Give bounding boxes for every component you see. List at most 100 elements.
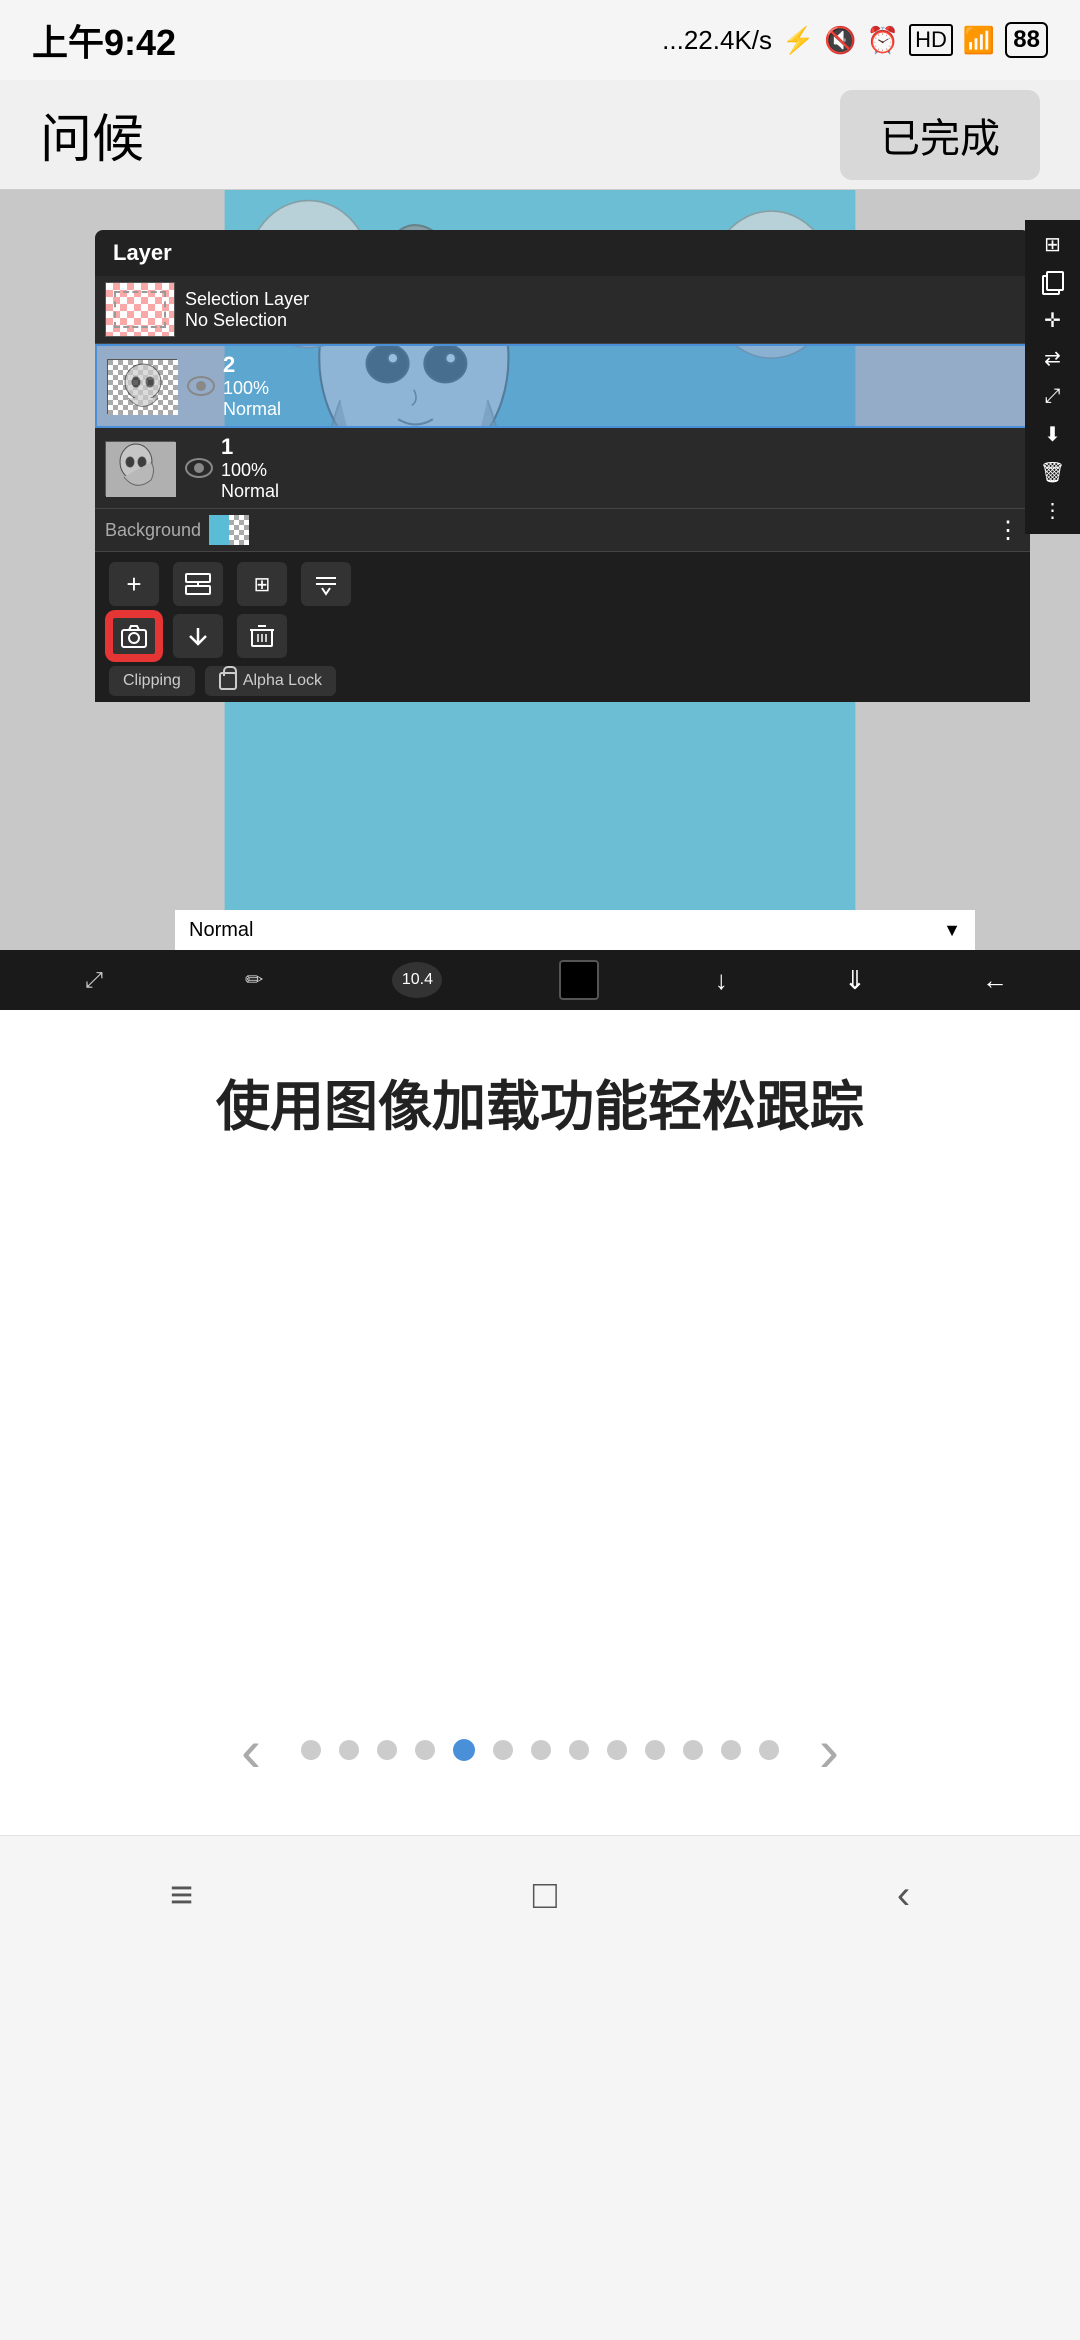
next-page-button[interactable]: › [779,1716,879,1785]
layer-2-thumb [107,359,177,414]
page-dot-9[interactable] [645,1740,665,1760]
sidebar-copy-icon[interactable] [1033,266,1073,298]
color-swatch[interactable] [559,960,599,1000]
layer-tools: + ⊞ [95,552,1030,702]
status-icons: ...22.4K/s ⚡ 🔇 ⏰ HD 📶 88 [662,22,1048,58]
menu-button[interactable]: ≡ [170,1873,193,1918]
layer-2-info: 2 100% Normal [223,352,1018,420]
feature-title: 使用图像加载功能轻松跟踪 [156,1010,924,1186]
toolbar-row-2 [109,614,1016,658]
merge-button[interactable] [173,562,223,606]
add-group-button[interactable]: ⊞ [237,562,287,606]
network-speed: ...22.4K/s [662,25,772,56]
main-content: Layer Selection Layer No Selection [0,190,1080,1835]
background-row[interactable]: Background ⋮ [95,509,1030,552]
prev-page-button[interactable]: ‹ [201,1716,301,1785]
layer-2-row[interactable]: 2 100% Normal [95,344,1030,428]
move-down-button[interactable] [173,614,223,658]
alpha-lock-button[interactable]: Alpha Lock [205,666,336,696]
layer-header: Layer [95,230,1030,276]
selection-layer-row[interactable]: Selection Layer No Selection [95,276,1030,344]
delete-layer-button[interactable] [237,614,287,658]
layer-2-eye[interactable] [187,376,215,396]
page-dot-6[interactable] [531,1740,551,1760]
layer-panel-overlay: Layer Selection Layer No Selection [95,230,1030,1010]
hd-icon: HD [909,24,953,56]
add-layer-button[interactable]: + [109,562,159,606]
page-dot-7[interactable] [569,1740,589,1760]
blend-mode-value: Normal [189,919,253,942]
page-dot-5[interactable] [493,1740,513,1760]
background-label: Background [105,520,201,541]
selection-layer-thumb [105,282,175,337]
sidebar-expand-icon[interactable]: ⤢ [1033,380,1073,412]
layer-1-opacity: 100% [221,460,1020,481]
pen-tool[interactable]: ✏ [232,958,276,1002]
pagination: ‹ › [0,1686,1080,1835]
mute-icon: 🔇 [824,25,856,56]
status-time: 上午9:42 [32,14,176,66]
blend-mode-bar[interactable]: Normal ▼ [175,910,975,950]
move-down-tool[interactable]: ↓ [715,965,728,996]
toolbar-row: + ⊞ [109,562,1016,606]
blend-dropdown-arrow[interactable]: ▼ [943,920,961,941]
page-dot-0[interactable] [301,1740,321,1760]
layer-1-eye[interactable] [185,458,213,478]
home-button[interactable]: □ [533,1873,557,1918]
page-dot-11[interactable] [721,1740,741,1760]
clipping-label: Clipping [123,672,181,690]
drawing-toolbar: ⤢ ✏ 10.4 ↓ ⇓ ← [0,950,1080,1010]
move-bottom-tool[interactable]: ⇓ [844,965,866,996]
signal-icon: 📶 [963,25,995,56]
screenshot-container: Layer Selection Layer No Selection [0,190,1080,1010]
page-dot-4[interactable] [453,1739,475,1761]
layer-2-opacity: 100% [223,378,1018,399]
background-thumb [209,515,249,545]
no-selection-label: No Selection [185,310,1020,331]
layer-2-blend: Normal [223,399,1018,420]
page-dots [301,1739,779,1761]
done-button[interactable]: 已完成 [840,90,1040,180]
sidebar-move-icon[interactable]: ✛ [1033,304,1073,336]
flatten-button[interactable] [301,562,351,606]
sidebar-delete-icon[interactable]: 🗑 [1033,456,1073,488]
back-tool[interactable]: ← [982,965,1008,996]
camera-button[interactable] [109,614,159,658]
page-dot-10[interactable] [683,1740,703,1760]
selection-layer-info: Selection Layer No Selection [185,289,1020,331]
bluetooth-icon: ⚡ [782,25,814,56]
layer-1-info: 1 100% Normal [221,434,1020,502]
system-bar: ≡ □ ‹ [0,1835,1080,1955]
page-dot-1[interactable] [339,1740,359,1760]
page-dot-3[interactable] [415,1740,435,1760]
clipping-alpha-row: Clipping Alpha Lock [109,666,1016,696]
nav-title: 问候 [40,97,144,172]
layer-1-thumb [105,441,175,496]
top-nav: 问候 已完成 [0,80,1080,190]
alpha-lock-label: Alpha Lock [243,672,322,690]
status-bar: 上午9:42 ...22.4K/s ⚡ 🔇 ⏰ HD 📶 88 [0,0,1080,80]
brush-size-indicator[interactable]: 10.4 [392,962,442,998]
lock-icon [219,672,237,690]
brush-size-value: 10.4 [402,971,433,989]
page-dot-8[interactable] [607,1740,627,1760]
page-dot-12[interactable] [759,1740,779,1760]
page-dot-2[interactable] [377,1740,397,1760]
more-icon[interactable]: ⋮ [996,516,1020,545]
layer-1-row[interactable]: 1 100% Normal [95,428,1030,509]
layer-1-num: 1 [221,434,1020,460]
battery-indicator: 88 [1005,22,1048,58]
transform-tool[interactable]: ⤢ [72,958,116,1002]
right-sidebar: ⊞ ✛ ⇄ ⤢ ⬇ 🗑 ⋮ [1025,220,1080,534]
selection-layer-label: Selection Layer [185,289,1020,310]
sidebar-flip-icon[interactable]: ⇄ [1033,342,1073,374]
layer-title: Layer [113,240,172,265]
sidebar-more-icon[interactable]: ⋮ [1033,494,1073,526]
alarm-icon: ⏰ [867,25,899,56]
sidebar-download-icon[interactable]: ⬇ [1033,418,1073,450]
clipping-button[interactable]: Clipping [109,666,195,696]
layer-2-num: 2 [223,352,1018,378]
layer-1-blend: Normal [221,481,1020,502]
sidebar-checker-icon[interactable]: ⊞ [1033,228,1073,260]
back-button[interactable]: ‹ [897,1873,910,1918]
